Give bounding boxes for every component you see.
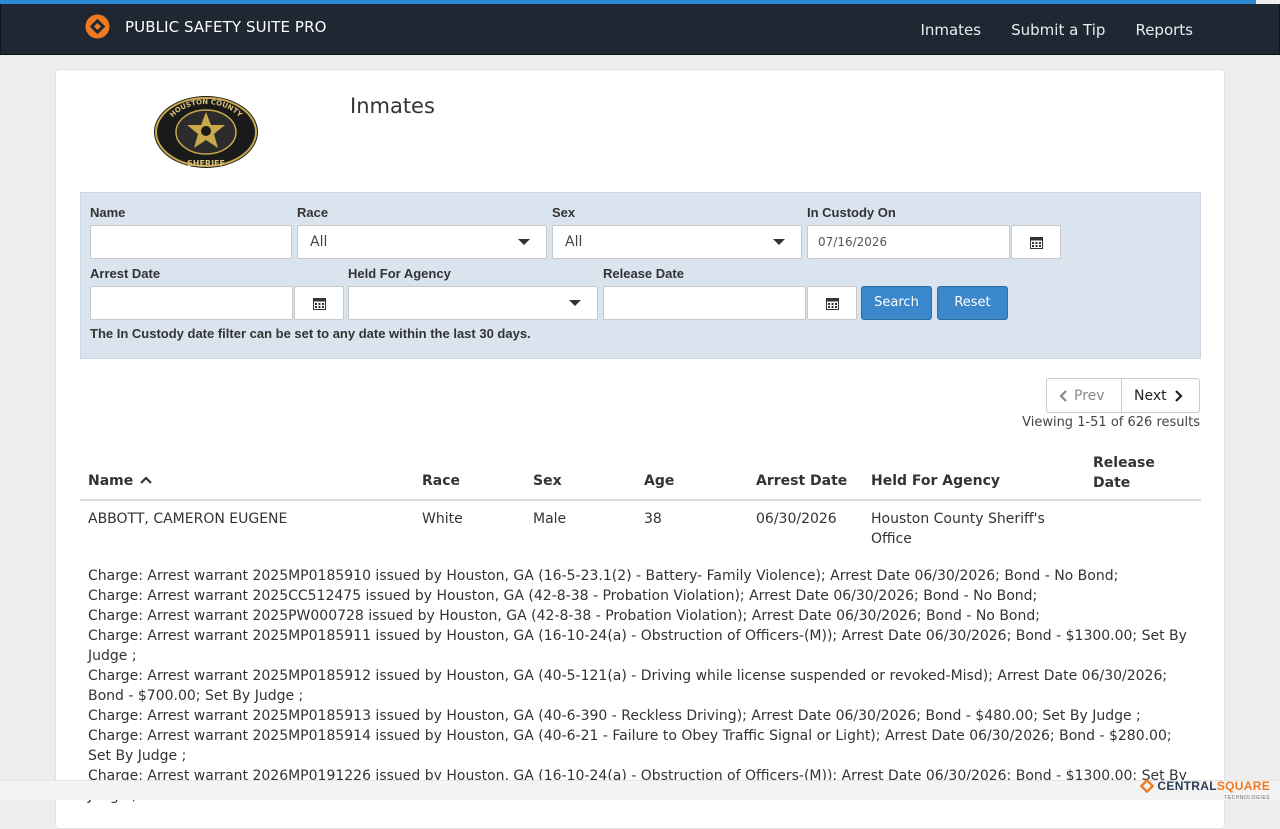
charge-item: Charge: Arrest warrant 2025MP0185910 iss…: [88, 568, 1119, 584]
held-agency-label: Held For Agency: [348, 266, 451, 281]
charge-item: Charge: Arrest warrant 2025MP0185914 iss…: [88, 728, 1172, 764]
chevron-down-icon: [569, 300, 581, 306]
results-count: Viewing 1-51 of 626 results: [1022, 415, 1200, 430]
search-button[interactable]: Search: [861, 286, 932, 320]
footer-bar: [0, 780, 1280, 800]
content-card: HOUSTON COUNTY SHERIFF Inmates Name Race…: [55, 69, 1225, 829]
chevron-down-icon: [773, 239, 785, 245]
seal-text-bottom: SHERIFF: [187, 159, 225, 168]
cell-held-agency-line1: Houston County Sheriff's: [871, 511, 1045, 527]
charge-item: Charge: Arrest warrant 2025MP0185913 iss…: [88, 708, 1141, 724]
custody-date-input[interactable]: 07/16/2026: [807, 225, 1010, 259]
arrest-date-input[interactable]: [90, 286, 293, 320]
charge-item: Charge: Arrest warrant 2025PW000728 issu…: [88, 608, 1040, 624]
column-header-held-agency[interactable]: Held For Agency: [871, 473, 1000, 489]
column-header-race[interactable]: Race: [422, 473, 460, 489]
page-title: Inmates: [350, 94, 435, 118]
nav-menu: Inmates Submit a Tip Reports: [890, 4, 1193, 55]
nav-item-inmates[interactable]: Inmates: [920, 21, 981, 39]
custody-filter-note: The In Custody date filter can be set to…: [90, 326, 531, 341]
column-header-name[interactable]: Name: [88, 473, 152, 489]
race-select[interactable]: All: [297, 225, 547, 259]
nav-item-submit-tip[interactable]: Submit a Tip: [1011, 21, 1105, 39]
reset-button[interactable]: Reset: [937, 286, 1008, 320]
race-select-value: All: [310, 234, 328, 250]
cell-race: White: [422, 511, 463, 527]
column-header-name-label: Name: [88, 473, 134, 489]
cell-age: 38: [644, 511, 662, 527]
cell-arrest-date: 06/30/2026: [756, 511, 837, 527]
column-header-age[interactable]: Age: [644, 473, 674, 489]
brand-logo-icon: [85, 14, 110, 39]
prev-page-button[interactable]: Prev: [1046, 378, 1122, 413]
logo-text-main: CENTRAL: [1157, 779, 1217, 793]
arrest-date-label: Arrest Date: [90, 266, 161, 281]
arrest-calendar-button[interactable]: [294, 286, 344, 320]
table-header: Name Race Sex Age Arrest Date Held For A…: [80, 448, 1201, 501]
release-date-input[interactable]: [603, 286, 806, 320]
release-calendar-button[interactable]: [807, 286, 857, 320]
cell-held-agency-line2: Office: [871, 531, 912, 547]
navbar: PUBLIC SAFETY SUITE PRO Inmates Submit a…: [0, 4, 1280, 55]
next-page-button[interactable]: Next: [1122, 378, 1200, 413]
centralsquare-logo-icon: [1140, 779, 1155, 793]
calendar-icon: [1029, 236, 1043, 249]
cell-name: ABBOTT, CAMERON EUGENE: [88, 511, 288, 527]
cell-sex: Male: [533, 511, 567, 527]
column-header-release-line1: Release: [1093, 455, 1155, 471]
sort-ascending-icon: [140, 476, 152, 484]
logo-subtext: TECHNOLOGIES: [1224, 795, 1270, 801]
custody-label: In Custody On: [807, 205, 896, 220]
pagination: Prev Next: [1046, 378, 1200, 413]
cell-held-agency: Houston County Sheriff's Office: [871, 509, 1045, 549]
race-label: Race: [297, 205, 329, 220]
sheriff-seal-logo: HOUSTON COUNTY SHERIFF: [154, 96, 258, 168]
nav-item-reports[interactable]: Reports: [1135, 21, 1193, 39]
calendar-icon: [312, 297, 326, 310]
charge-item: Charge: Arrest warrant 2025MP0185912 iss…: [88, 668, 1168, 704]
custody-calendar-button[interactable]: [1011, 225, 1061, 259]
name-label: Name: [90, 205, 126, 220]
logo-text-accent: SQUARE: [1216, 779, 1270, 793]
brand[interactable]: PUBLIC SAFETY SUITE PRO: [85, 14, 327, 39]
sex-select-value: All: [565, 234, 583, 250]
column-header-arrest-date[interactable]: Arrest Date: [756, 473, 847, 489]
next-page-label: Next: [1134, 387, 1167, 404]
column-header-sex[interactable]: Sex: [533, 473, 562, 489]
column-header-release-line2: Date: [1093, 475, 1131, 491]
charge-item: Charge: Arrest warrant 2025CC512475 issu…: [88, 588, 1038, 604]
chevron-right-icon: [1174, 389, 1183, 402]
held-agency-select[interactable]: [348, 286, 598, 320]
sex-select[interactable]: All: [552, 225, 802, 259]
centralsquare-logo: CENTRALSQUARE: [1140, 779, 1270, 793]
chevron-down-icon: [518, 239, 530, 245]
charge-item: Charge: Arrest warrant 2025MP0185911 iss…: [88, 628, 1187, 664]
filter-panel: Name Race All Sex All In Custody On 07/1…: [80, 192, 1201, 359]
calendar-icon: [825, 297, 839, 310]
release-date-label: Release Date: [603, 266, 684, 281]
sex-label: Sex: [552, 205, 576, 220]
brand-name: PUBLIC SAFETY SUITE PRO: [125, 17, 327, 36]
column-header-release-date[interactable]: Release Date: [1093, 453, 1155, 493]
name-input[interactable]: [90, 225, 292, 259]
charges-list: Charge: Arrest warrant 2025MP0185910 iss…: [88, 566, 1194, 806]
chevron-left-icon: [1059, 389, 1067, 402]
prev-page-label: Prev: [1074, 387, 1105, 404]
